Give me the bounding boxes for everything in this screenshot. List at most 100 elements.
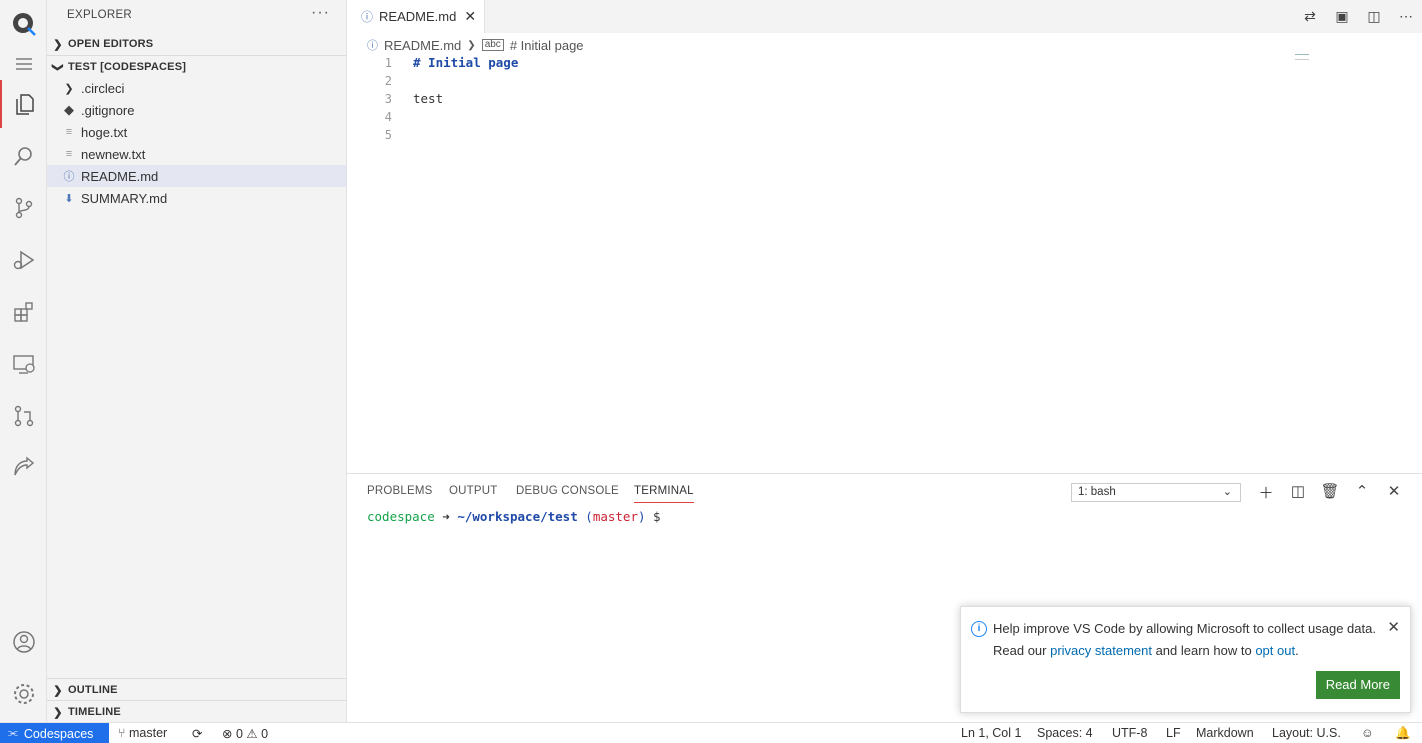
trash-icon[interactable]: 🗑 <box>1314 482 1346 503</box>
timeline-section[interactable]: ❯ TIMELINE <box>47 701 346 723</box>
terminal-output[interactable]: codespace ➜ ~/workspace/test (master) $ <box>367 509 661 524</box>
tab-debug-console[interactable]: DEBUG CONSOLE <box>516 485 619 497</box>
line-number: 5 <box>384 128 392 142</box>
breadcrumb-file[interactable]: README.md <box>384 38 461 53</box>
markdown-down-icon: ⬇ <box>64 192 74 205</box>
info-icon: i <box>971 621 987 637</box>
branch-icon: ⑂ <box>118 726 126 740</box>
problems-status[interactable]: ⊗ 0 ⚠ 0 <box>222 726 268 741</box>
line-number: 1 <box>384 56 392 70</box>
tab-label: README.md <box>379 9 457 24</box>
language-mode[interactable]: Markdown <box>1196 726 1254 740</box>
feedback-icon[interactable]: ☺ <box>1361 726 1374 740</box>
pull-requests-icon[interactable] <box>0 392 47 440</box>
symbol-string-icon: abc <box>481 39 504 51</box>
editor[interactable]: ⓘ README.md ❯ abc # Initial page 1 2 3 4… <box>347 33 1422 473</box>
encoding[interactable]: UTF-8 <box>1112 726 1147 740</box>
cursor-position[interactable]: Ln 1, Col 1 <box>961 726 1021 740</box>
open-editors-label: OPEN EDITORS <box>68 38 154 50</box>
read-more-button[interactable]: Read More <box>1315 671 1400 699</box>
tree-item-label: SUMMARY.md <box>81 190 168 206</box>
tree-item-newnew[interactable]: ≡ newnew.txt <box>47 143 346 165</box>
explorer-sidebar: EXPLORER ··· ❯ OPEN EDITORS ❯ TEST [CODE… <box>47 0 347 722</box>
close-panel-icon[interactable]: ✕ <box>1378 482 1410 503</box>
notifications-bell-icon[interactable]: 🔔 <box>1395 726 1411 741</box>
editor-actions: ⇄ ▣ ◫ ⋯ <box>1294 0 1422 33</box>
open-changes-icon[interactable]: ⇄ <box>1294 8 1326 25</box>
account-icon[interactable] <box>0 618 47 666</box>
maximize-panel-icon[interactable]: ⌃ <box>1346 482 1378 503</box>
remote-icon: ⫘ <box>8 727 18 739</box>
workspace-section[interactable]: ❯ TEST [CODESPACES] <box>47 56 346 78</box>
timeline-label: TIMELINE <box>68 706 121 718</box>
tree-item-hoge[interactable]: ≡ hoge.txt <box>47 121 346 143</box>
breadcrumb-symbol[interactable]: # Initial page <box>510 38 584 53</box>
remote-explorer-icon[interactable] <box>0 340 47 388</box>
split-editor-icon[interactable]: ◫ <box>1358 8 1390 25</box>
line-number: 4 <box>384 110 392 124</box>
privacy-statement-link[interactable]: privacy statement <box>1050 643 1152 658</box>
prompt-branch: master <box>592 509 638 524</box>
run-debug-icon[interactable] <box>0 236 47 284</box>
tree-item-circleci[interactable]: ❯ .circleci <box>47 77 346 99</box>
tree-item-label: hoge.txt <box>81 124 128 140</box>
remote-label: Codespaces <box>23 726 94 741</box>
terminal-select[interactable]: 1: bash ⌄ <box>1071 483 1241 502</box>
prompt-path: ~/workspace/test <box>457 509 578 524</box>
git-icon: ◆ <box>64 102 74 117</box>
warning-icon: ⚠ <box>246 727 258 741</box>
source-control-icon[interactable] <box>0 184 47 232</box>
editor-tab-bar: ⓘ README.md ✕ ⇄ ▣ ◫ ⋯ <box>347 0 1422 33</box>
tree-item-label: .gitignore <box>81 102 135 118</box>
new-terminal-icon[interactable]: ＋ <box>1250 482 1282 503</box>
more-actions-button[interactable]: ··· <box>311 4 330 22</box>
settings-gear-icon[interactable] <box>0 670 47 718</box>
split-terminal-icon[interactable]: ◫ <box>1282 482 1314 503</box>
open-editors-section[interactable]: ❯ OPEN EDITORS <box>47 33 346 55</box>
keyboard-layout[interactable]: Layout: U.S. <box>1272 726 1341 740</box>
tab-problems[interactable]: PROBLEMS <box>367 485 433 497</box>
opt-out-link[interactable]: opt out <box>1255 643 1295 658</box>
tree-item-label: README.md <box>81 168 159 184</box>
chevron-right-icon: ❯ <box>53 706 63 719</box>
open-preview-icon[interactable]: ▣ <box>1326 8 1358 25</box>
end-of-line[interactable]: LF <box>1166 726 1181 740</box>
extensions-icon[interactable] <box>0 288 47 336</box>
tree-item-label: .circleci <box>81 80 125 96</box>
files-icon[interactable] <box>0 80 47 128</box>
prompt-paren-close: ) <box>637 509 646 524</box>
tree-item-readme[interactable]: ⓘ README.md <box>47 165 346 187</box>
code-content[interactable]: # Initial page test <box>413 54 518 144</box>
code-line: # Initial page <box>413 55 519 70</box>
minimap[interactable] <box>1295 54 1309 60</box>
close-icon[interactable]: ✕ <box>1387 618 1400 636</box>
activity-bar <box>0 0 47 722</box>
tab-output[interactable]: OUTPUT <box>449 485 497 497</box>
sync-icon[interactable]: ⟳ <box>192 726 202 741</box>
outline-section[interactable]: ❯ OUTLINE <box>47 679 346 701</box>
text-file-icon: ≡ <box>65 148 73 160</box>
code-line: test <box>413 91 444 106</box>
notification-text: and learn how to <box>1151 643 1256 658</box>
branch-label: master <box>129 726 168 740</box>
tree-item-label: newnew.txt <box>81 146 146 162</box>
prompt-paren-open: ( <box>585 509 593 524</box>
tab-terminal[interactable]: TERMINAL <box>634 485 694 503</box>
error-icon: ⊗ <box>222 727 233 741</box>
info-icon: ⓘ <box>367 40 378 52</box>
branch-status[interactable]: ⑂ master <box>118 726 167 740</box>
close-icon[interactable]: ✕ <box>464 8 476 25</box>
line-number: 3 <box>384 92 392 106</box>
notification-toast: i Help improve VS Code by allowing Micro… <box>960 606 1411 713</box>
remote-indicator[interactable]: ⫘ Codespaces <box>0 723 109 743</box>
indentation[interactable]: Spaces: 4 <box>1037 726 1093 740</box>
prompt-user: codespace <box>367 509 435 524</box>
live-share-icon[interactable] <box>0 444 47 492</box>
tree-item-summary[interactable]: ⬇ SUMMARY.md <box>47 187 346 209</box>
tree-item-gitignore[interactable]: ◆ .gitignore <box>47 99 346 121</box>
tab-readme[interactable]: ⓘ README.md ✕ <box>347 0 485 33</box>
more-actions-icon[interactable]: ⋯ <box>1390 8 1422 25</box>
search-icon[interactable] <box>0 132 47 180</box>
